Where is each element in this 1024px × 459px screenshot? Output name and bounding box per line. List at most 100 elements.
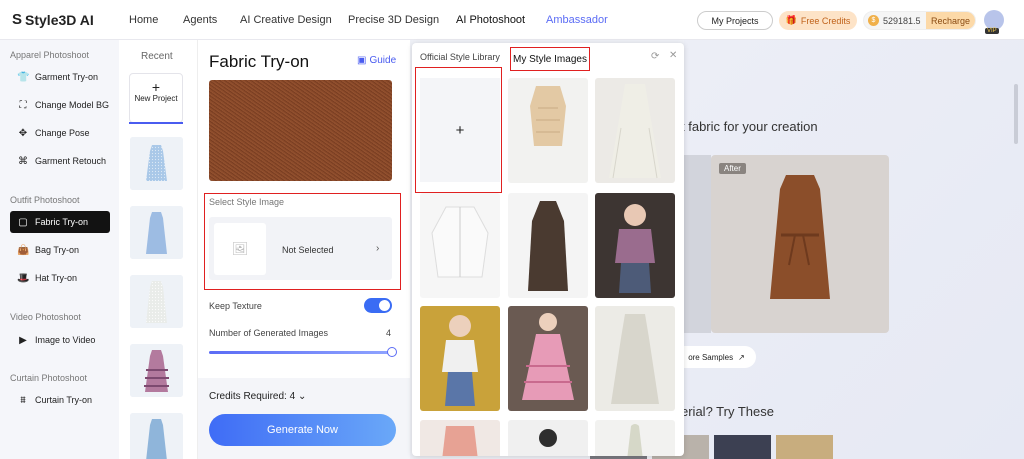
avatar[interactable] (984, 10, 1004, 30)
vip-badge: VIP (985, 28, 999, 34)
fabric-image[interactable] (209, 80, 392, 181)
logo[interactable]: S Style3D AI (12, 11, 94, 28)
credits-required-label: Credits Required: 4 (209, 391, 296, 402)
sidebar: Apparel Photoshoot 👕 Garment Try-on ⛶ Chan… (0, 40, 119, 459)
fabric-icon: ▢ (18, 216, 28, 228)
credits-balance: $ 529181.5 Recharge (863, 11, 976, 30)
select-style-image-button[interactable]: 🖼 Not Selected › (209, 217, 392, 280)
close-icon[interactable]: ✕ (669, 50, 677, 61)
style-image[interactable] (508, 78, 588, 183)
fabric-swatch[interactable] (714, 435, 771, 459)
showcase-headline-2: erial? Try These (681, 404, 774, 419)
num-images-label: Number of Generated Images (209, 328, 329, 338)
style-image[interactable] (508, 193, 588, 298)
style-image[interactable] (595, 306, 675, 411)
sidebar-item-change-model-bg[interactable]: ⛶ Change Model BG (10, 94, 110, 116)
chevron-down-icon: ⌄ (297, 391, 307, 402)
nav-ambassador[interactable]: Ambassador (546, 14, 626, 26)
recent-thumbnail[interactable] (130, 413, 183, 459)
style-image[interactable] (595, 78, 675, 183)
recent-column: Recent + New Project (119, 40, 316, 459)
style-library-popup: Official Style Library My Style Images ⟳… (412, 43, 684, 456)
sidebar-section-title: Outfit Photoshoot (10, 195, 80, 205)
nav-ai-photoshoot[interactable]: AI Photoshoot (456, 14, 546, 26)
not-selected-text: Not Selected (282, 245, 334, 255)
style-image[interactable] (420, 420, 500, 456)
before-card (684, 155, 711, 333)
tab-my-style-images[interactable]: My Style Images (510, 47, 590, 71)
my-projects-button[interactable]: My Projects (697, 11, 773, 30)
nav-agents[interactable]: Agents (183, 14, 240, 26)
sidebar-item-image-to-video[interactable]: ▶ Image to Video (10, 329, 110, 351)
more-samples-label: ore Samples (688, 352, 734, 362)
sidebar-item-garment-retouch[interactable]: ⌘ Garment Retouch (10, 150, 110, 172)
style-image[interactable] (508, 420, 588, 456)
nav-precise-3d-design[interactable]: Precise 3D Design (348, 14, 456, 26)
credits-required-dropdown[interactable]: Credits Required: 4 ⌄ (209, 391, 306, 402)
shirt-icon: 👕 (17, 71, 30, 83)
curtain-icon: ⩩ (20, 394, 26, 406)
guide-link[interactable]: ▣ Guide (357, 55, 396, 66)
image-placeholder-icon: 🖼 (214, 223, 266, 275)
plus-icon: + (455, 121, 465, 139)
sidebar-section-title: Video Photoshoot (10, 312, 81, 322)
fabric-try-on-panel: Fabric Try-on ▣ Guide Select Style Image… (198, 40, 410, 459)
chevron-right-icon: › (376, 243, 380, 254)
showcase-headline: t fabric for your creation (681, 119, 818, 134)
keep-texture-toggle[interactable] (364, 298, 392, 313)
logo-text: Style3D AI (25, 11, 94, 28)
sidebar-item-curtain-try-on[interactable]: ⩩ Curtain Try-on (10, 389, 110, 411)
slider-handle[interactable] (387, 347, 397, 357)
style-image[interactable] (508, 306, 588, 411)
recent-thumbnail[interactable] (130, 206, 183, 259)
new-project-label: New Project (134, 94, 178, 103)
upload-image-button[interactable]: + (420, 78, 500, 182)
sidebar-item-change-pose[interactable]: ✥ Change Pose (10, 122, 110, 144)
style3d-logo-icon: S (12, 11, 23, 28)
bag-icon: 👜 (17, 244, 30, 256)
style-image[interactable] (420, 193, 500, 298)
keep-texture-label: Keep Texture (209, 301, 262, 311)
nav-ai-creative-design[interactable]: AI Creative Design (240, 14, 348, 26)
free-credits-button[interactable]: 🎁 Free Credits (779, 11, 857, 30)
coin-icon: $ (868, 15, 879, 26)
sidebar-item-hat-try-on[interactable]: 🎩 Hat Try-on (10, 267, 110, 289)
sidebar-item-garment-try-on[interactable]: 👕 Garment Try-on (10, 66, 110, 88)
select-style-label: Select Style Image (209, 197, 285, 207)
main-nav: Home Agents AI Creative Design Precise 3… (129, 14, 626, 26)
background-icon: ⛶ (19, 99, 27, 111)
pose-icon: ✥ (18, 127, 28, 139)
top-bar: S Style3D AI Home Agents AI Creative Des… (0, 0, 1024, 40)
recent-thumbnail[interactable] (130, 137, 183, 190)
generate-now-button[interactable]: Generate Now (209, 414, 396, 446)
fabric-swatch[interactable] (776, 435, 833, 459)
hat-icon: 🎩 (17, 272, 30, 284)
sidebar-item-bag-try-on[interactable]: 👜 Bag Try-on (10, 239, 110, 261)
after-card: After (711, 155, 889, 333)
new-project-button[interactable]: + New Project (129, 73, 183, 123)
new-project-indicator (129, 122, 183, 124)
style-image[interactable] (595, 420, 675, 456)
recent-thumbnail[interactable] (130, 275, 183, 328)
page-scrollbar[interactable] (1014, 84, 1018, 144)
sidebar-section-title: Curtain Photoshoot (10, 373, 88, 383)
refresh-icon[interactable]: ⟳ (651, 51, 659, 62)
style-image[interactable] (595, 193, 675, 298)
arrow-up-right-icon: ↗ (738, 352, 745, 362)
recharge-button[interactable]: Recharge (925, 12, 975, 29)
after-dress-image (770, 175, 830, 299)
page-title: Fabric Try-on (209, 52, 310, 71)
play-icon: ▶ (19, 334, 27, 346)
book-icon: ▣ (357, 55, 367, 66)
sidebar-item-fabric-try-on[interactable]: ▢ Fabric Try-on (10, 211, 110, 233)
credits-balance-value: 529181.5 (883, 15, 921, 26)
guide-label: Guide (369, 55, 397, 66)
gift-icon: 🎁 (785, 15, 797, 25)
plus-icon: + (151, 79, 161, 95)
nav-home[interactable]: Home (129, 14, 183, 26)
num-images-value: 4 (386, 328, 392, 338)
recent-thumbnail[interactable] (130, 344, 183, 397)
num-images-slider[interactable] (209, 351, 392, 354)
tab-official-style-library[interactable]: Official Style Library (420, 52, 500, 62)
style-image[interactable] (420, 306, 500, 411)
